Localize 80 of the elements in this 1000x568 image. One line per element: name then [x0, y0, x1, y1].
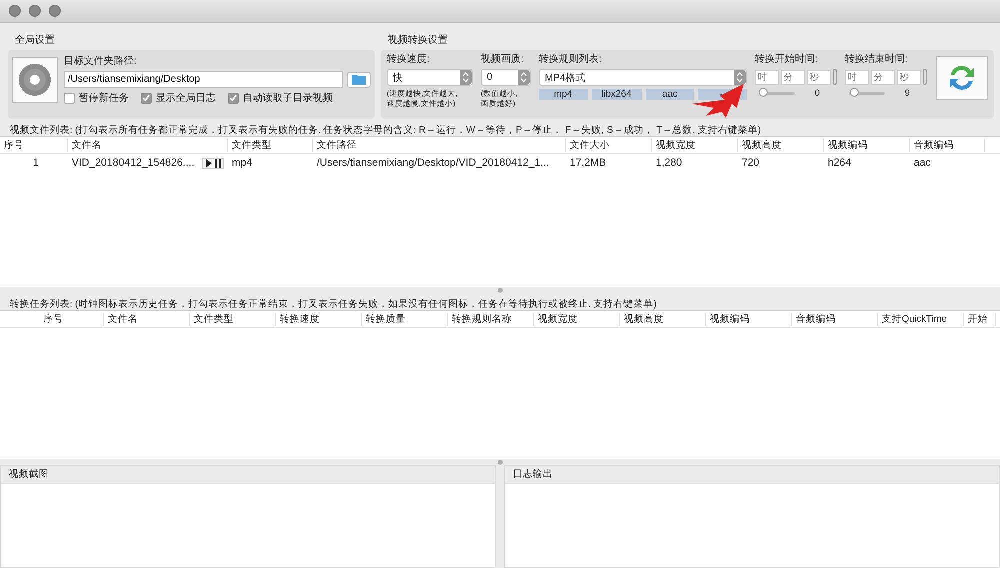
field-label: 转换规则列表: [539, 52, 603, 66]
column-header[interactable]: 转换速度 [276, 312, 362, 326]
column-header[interactable]: 视频编码 [824, 138, 910, 152]
table-cell-text: 1,280 [655, 157, 684, 169]
speed-select[interactable]: 快 [387, 69, 473, 86]
path-field[interactable]: /Users/tiansemixiang/Desktop [64, 71, 343, 88]
rule-select[interactable]: MP4格式 [539, 69, 747, 86]
time-field[interactable]: 时 [755, 70, 779, 84]
slider-thumb[interactable] [850, 88, 860, 96]
column-header[interactable]: 序号 [0, 138, 68, 152]
check-icon [142, 94, 151, 102]
split-handle[interactable] [498, 460, 502, 464]
column-header[interactable]: 文件类型 [228, 138, 313, 152]
column-header[interactable]: 音频编码 [910, 138, 985, 152]
group-title: 全局设置 [14, 34, 56, 47]
stepper-icon [518, 70, 530, 85]
column-header[interactable]: 文件大小 [566, 138, 652, 152]
table-cell-text: /Users/tiansemixiang/Desktop/VID_20180412_1... [316, 157, 550, 169]
field-label: 转换开始时间: [755, 52, 819, 66]
column-header[interactable]: 视频宽度 [652, 138, 738, 152]
column-header[interactable]: 序号 [0, 312, 104, 326]
time-field[interactable]: 秒 [897, 70, 921, 84]
time-field[interactable]: 分 [871, 70, 895, 84]
column-header[interactable]: 视频宽度 [534, 312, 620, 326]
table-cell-text: h264 [827, 157, 852, 169]
group-title: 视频转换设置 [387, 34, 449, 47]
column-header[interactable]: 转换规则名称 [448, 312, 534, 326]
column-header[interactable]: 文件类型 [190, 312, 276, 326]
close-button[interactable] [9, 5, 21, 17]
field-label: 目标文件夹路径: [64, 54, 138, 68]
table-cell: VID_20180412_154826.... [72, 157, 195, 169]
table-cell-text: 17.2MB [569, 157, 608, 169]
stepper-icon [734, 70, 746, 85]
tag: libx264 [592, 89, 642, 100]
stepper[interactable] [833, 69, 837, 85]
slider-value: 9 [905, 88, 910, 98]
list-caption: 转换任务列表: (时钟图标表示历史任务，打勾表示任务正常结束，打叉表示任务失败，如果没有任何图标，任务在等待执行或被终止. 支持右键菜单) [9, 298, 658, 310]
time-field[interactable]: 时 [845, 70, 869, 84]
stepper[interactable] [923, 69, 927, 85]
column-header[interactable]: 文件名 [104, 312, 190, 326]
zoom-button[interactable] [49, 5, 61, 17]
split-handle[interactable] [498, 288, 502, 292]
column-header[interactable]: 转换质量 [362, 312, 448, 326]
slider-thumb[interactable] [759, 88, 768, 96]
settings-icon [18, 63, 52, 97]
column-header[interactable]: 视频编码 [706, 312, 792, 326]
field-label: 视频画质: [481, 52, 525, 66]
stepper-icon [460, 70, 472, 85]
column-header[interactable]: 文件名 [68, 138, 228, 152]
settings-button[interactable] [12, 57, 58, 103]
field-label: 转换结束时间: [845, 52, 909, 66]
table-cell-text: 720 [741, 157, 761, 169]
column-header[interactable]: 文件路径 [313, 138, 566, 152]
time-field[interactable]: 秒 [807, 70, 831, 84]
check-icon [229, 94, 238, 102]
slider-value: 0 [815, 88, 820, 98]
folder-button[interactable] [347, 72, 371, 88]
quality-select[interactable]: 0 [481, 69, 531, 86]
checkbox[interactable]: 暂停新任务 [64, 91, 129, 105]
convert-button[interactable] [936, 56, 988, 100]
column-header[interactable]: 音频编码 [792, 312, 878, 326]
time-field[interactable]: 分 [781, 70, 805, 84]
play-pause-icon[interactable] [202, 158, 224, 168]
table-cell-text: mp4 [231, 157, 254, 169]
checkbox[interactable]: 自动读取子目录视频 [228, 91, 333, 105]
column-header[interactable]: 开始 [964, 312, 996, 326]
column-header[interactable]: 视频高度 [620, 312, 706, 326]
list-caption: 视频文件列表: (打勾表示所有任务都正常完成，打叉表示有失败的任务. 任务状态字母的含义: R – 运行，W – 等待，P – 停止， F – 失败, S – 成功， T – 总数. 支持右键菜单) [9, 124, 762, 136]
table-cell-text: 1 [32, 157, 40, 169]
table-cell-text: aac [913, 157, 932, 169]
panel-header: 视频截图 [1, 466, 495, 484]
field-label: 转换速度: [387, 52, 431, 66]
panel-header: 日志输出 [505, 466, 999, 484]
folder-icon [352, 74, 366, 85]
checkbox[interactable]: 显示全局日志 [141, 91, 216, 105]
column-header[interactable]: 视频高度 [738, 138, 824, 152]
column-header[interactable]: 支持QuickTime [878, 312, 964, 326]
tag: mp4 [539, 89, 588, 100]
minimize-button[interactable] [29, 5, 41, 17]
tag: aac [646, 89, 694, 100]
